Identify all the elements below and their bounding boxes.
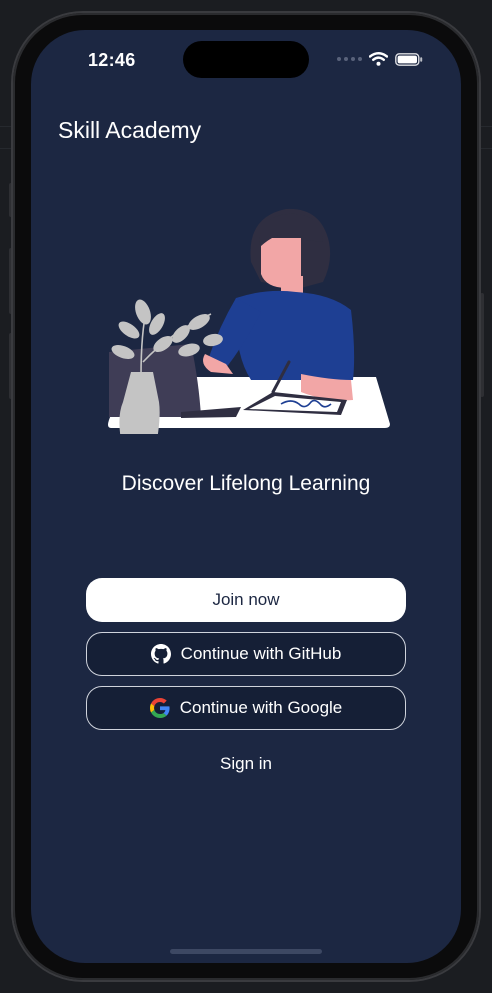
app-screen: 12:46 Skill Academy Discover Lifelong Le…: [31, 30, 461, 963]
continue-github-label: Continue with GitHub: [180, 644, 342, 663]
app-title: Skill Academy: [58, 117, 202, 143]
join-now-button[interactable]: Join now: [86, 578, 406, 622]
dynamic-island: [183, 41, 309, 78]
tagline: Discover Lifelong Learning: [121, 472, 371, 495]
power-button: [480, 293, 484, 397]
google-icon: [149, 698, 170, 718]
join-now-label: Join now: [212, 590, 280, 609]
continue-github-button[interactable]: Continue with GitHub: [86, 632, 406, 676]
signal-icon: [337, 57, 362, 61]
continue-google-button[interactable]: Continue with Google: [86, 686, 406, 730]
github-icon: [150, 644, 171, 664]
status-time: 12:46: [88, 50, 136, 70]
continue-google-label: Continue with Google: [179, 698, 343, 717]
status-indicators: [337, 52, 423, 66]
battery-icon: [395, 52, 423, 66]
learning-illustration: [108, 208, 390, 434]
home-indicator[interactable]: [170, 949, 322, 954]
wifi-icon: [369, 52, 388, 66]
sign-in-link[interactable]: Sign in: [31, 754, 461, 774]
